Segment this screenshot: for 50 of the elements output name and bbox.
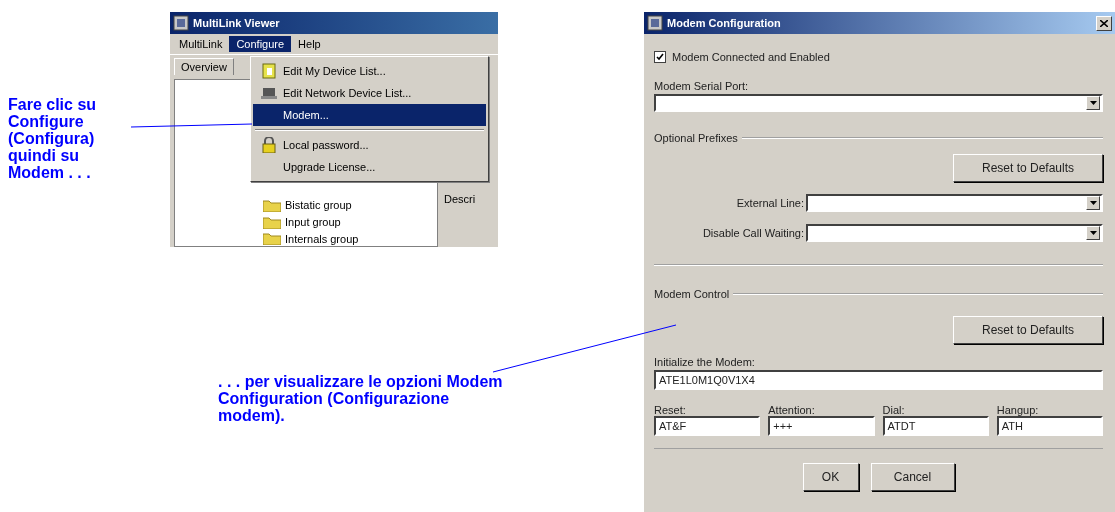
input-field[interactable]: ATH — [996, 416, 1103, 436]
field-label: Reset: — [654, 404, 687, 416]
menu-bar-item[interactable]: Configure — [229, 36, 292, 52]
folder-icon — [263, 232, 281, 246]
window-title: Modem Configuration — [667, 17, 782, 29]
dropdown-field[interactable] — [806, 224, 1103, 242]
callout-text: Fare clic su Configure (Configura) quindi su Modem . . . — [8, 96, 98, 181]
input-field[interactable]: ATE1L0M1Q0V1X4 — [654, 370, 1103, 390]
reset-button[interactable]: Reset to Defaults — [953, 154, 1103, 182]
tree-item[interactable]: Internals group — [285, 232, 359, 245]
group-title: Optional Prefixes — [654, 132, 738, 144]
field-label: Hangup: — [996, 404, 1040, 416]
window-icon — [173, 15, 189, 31]
checkbox[interactable] — [654, 51, 666, 63]
dropdown-field[interactable] — [654, 94, 1103, 112]
field-label: External Line: — [735, 197, 805, 209]
notepad-icon — [262, 63, 276, 79]
window-title: MultiLink Viewer — [193, 17, 280, 29]
menu-bar-item[interactable]: MultiLink — [172, 36, 230, 52]
window-icon — [647, 15, 663, 31]
tab[interactable]: Overview — [174, 57, 234, 75]
dialog-button[interactable]: Cancel — [870, 463, 955, 491]
menu-item[interactable]: Modem... — [253, 104, 486, 126]
menu-item[interactable]: Local password... — [253, 134, 486, 156]
field-label: Dial: — [882, 404, 906, 416]
label: Descri — [444, 193, 476, 205]
menu-item[interactable]: Edit My Device List... — [253, 60, 486, 82]
input-field[interactable]: ATDT — [882, 416, 989, 436]
folder-icon — [263, 215, 281, 229]
dropdown-field[interactable] — [806, 194, 1103, 212]
field-label: Attention: — [768, 404, 816, 416]
menu-item[interactable]: Edit Network Device List... — [253, 82, 486, 104]
menu-bar-item[interactable]: Help — [291, 36, 328, 52]
close-icon[interactable] — [1096, 15, 1112, 31]
field-label: Disable Call Waiting: — [701, 227, 805, 239]
menu-item[interactable]: Upgrade License... — [253, 156, 486, 178]
input-field[interactable]: +++ — [768, 416, 875, 436]
tree-item[interactable]: Bistatic group — [285, 199, 352, 212]
lock-icon — [262, 137, 276, 153]
group-title: Modem Control — [654, 288, 730, 300]
input-field[interactable]: AT&F — [654, 416, 761, 436]
reset-button[interactable]: Reset to Defaults — [953, 316, 1103, 344]
callout-text: . . . per visualizzare le opzioni Modem Configuration (Configurazione modem). — [218, 373, 504, 424]
device-icon — [261, 86, 277, 100]
field-label: Initialize the Modem: — [654, 356, 756, 370]
field-label: Modem Serial Port: — [654, 80, 750, 94]
tree-item[interactable]: Input group — [285, 216, 341, 228]
folder-icon — [263, 198, 281, 212]
dialog-button[interactable]: OK — [802, 463, 859, 491]
checkbox-label: Modem Connected and Enabled — [672, 51, 830, 63]
